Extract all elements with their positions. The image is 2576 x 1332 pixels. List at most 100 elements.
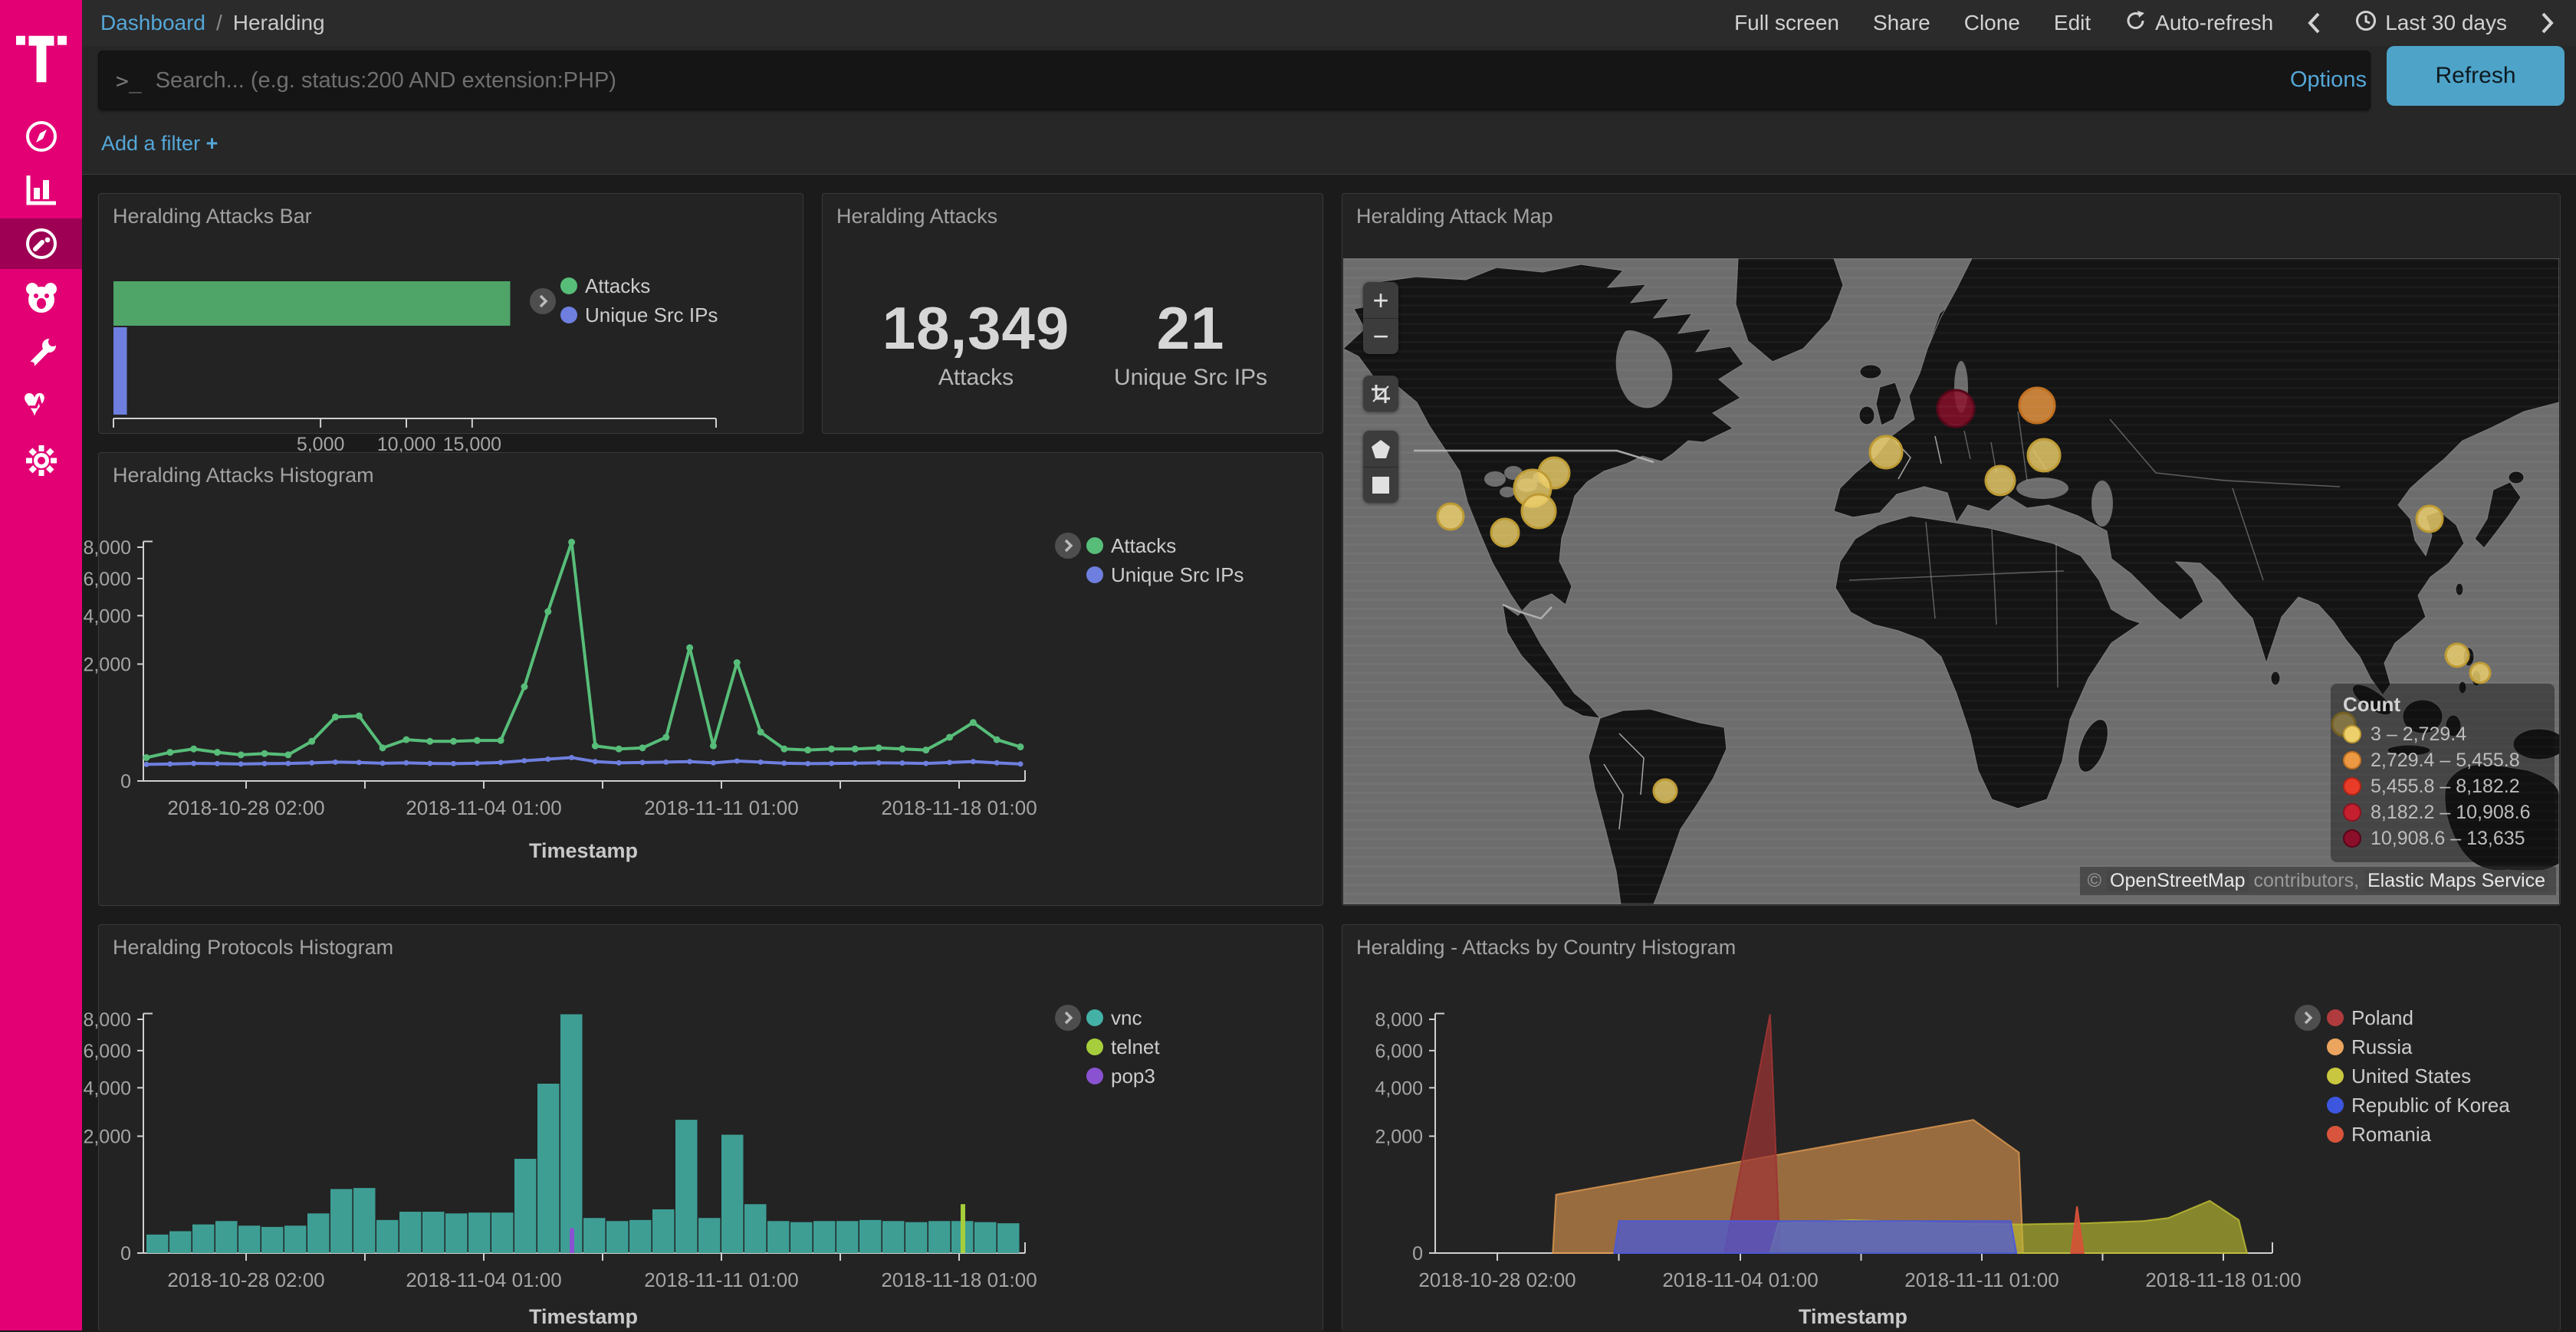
world-map[interactable]: + − Count 3 – 2,729.42,729.4 – 5,455.85,… <box>1343 258 2559 904</box>
svg-text:4,000: 4,000 <box>83 1078 131 1099</box>
map-zoom-controls: + − <box>1363 282 1398 354</box>
sidebar-item-dev-tools[interactable] <box>0 328 82 379</box>
legend-item[interactable]: Russia <box>2327 1032 2510 1061</box>
options-link[interactable]: Options <box>2290 67 2367 93</box>
auto-refresh-button[interactable]: Auto-refresh <box>2124 9 2273 38</box>
osm-link[interactable]: OpenStreetMap <box>2107 870 2249 891</box>
svg-text:2018-10-28 02:00: 2018-10-28 02:00 <box>167 796 324 819</box>
svg-text:2018-11-18 01:00: 2018-11-18 01:00 <box>2145 1268 2301 1291</box>
attack-location-marker[interactable] <box>1522 494 1556 528</box>
legend-item[interactable]: Republic of Korea <box>2327 1091 2510 1120</box>
attack-location-marker[interactable] <box>2019 388 2055 423</box>
breadcrumb-separator: / <box>216 11 222 35</box>
zoom-out-button[interactable]: − <box>1363 318 1398 354</box>
polygon-draw-icon[interactable] <box>1363 431 1398 467</box>
legend-toggle-icon[interactable] <box>1055 533 1081 559</box>
share-button[interactable]: Share <box>1873 11 1930 35</box>
sidebar-item-management[interactable] <box>0 435 82 486</box>
legend-item[interactable]: Attacks <box>560 271 718 300</box>
attack-location-marker[interactable] <box>1986 466 2015 495</box>
time-range-prev-button[interactable] <box>2307 11 2321 34</box>
legend-item[interactable]: telnet <box>1086 1032 1160 1061</box>
rectangle-draw-icon[interactable] <box>1363 467 1398 503</box>
legend: PolandRussiaUnited StatesRepublic of Kor… <box>2327 1003 2510 1149</box>
svg-text:Timestamp: Timestamp <box>529 1305 638 1328</box>
map-legend-item: 10,908.6 – 13,635 <box>2343 825 2542 851</box>
crop-icon[interactable] <box>1363 376 1398 412</box>
legend-item[interactable]: Romania <box>2327 1120 2510 1149</box>
edit-button[interactable]: Edit <box>2054 11 2091 35</box>
metric-unique-src-ips: 21 Unique Src IPs <box>1068 294 1313 391</box>
attack-location-marker[interactable] <box>1491 519 1519 546</box>
ems-link[interactable]: Elastic Maps Service <box>2364 870 2548 891</box>
sidebar-item-visualize[interactable] <box>0 165 82 215</box>
svg-text:2018-10-28 02:00: 2018-10-28 02:00 <box>167 1268 324 1291</box>
panel-title: Heralding Attack Map <box>1356 205 1553 228</box>
svg-text:2018-10-28 02:00: 2018-10-28 02:00 <box>1418 1268 1576 1291</box>
breadcrumb-dashboard-link[interactable]: Dashboard <box>100 11 205 35</box>
legend-item[interactable]: vnc <box>1086 1003 1160 1032</box>
bear-face-icon <box>23 280 60 315</box>
svg-text:2018-11-11 01:00: 2018-11-11 01:00 <box>1904 1268 2058 1291</box>
full-screen-button[interactable]: Full screen <box>1734 11 1839 35</box>
clock-icon <box>2354 9 2377 38</box>
add-filter-link[interactable]: Add a filter + <box>101 132 218 156</box>
legend-toggle-icon[interactable] <box>2295 1005 2321 1031</box>
legend-item[interactable]: Poland <box>2327 1003 2510 1032</box>
time-picker-button[interactable]: Last 30 days <box>2354 9 2507 38</box>
time-range-next-button[interactable] <box>2541 11 2555 34</box>
svg-text:Timestamp: Timestamp <box>529 839 638 862</box>
legend-item[interactable]: Unique Src IPs <box>1086 560 1244 589</box>
map-legend-item: 2,729.4 – 5,455.8 <box>2343 747 2542 773</box>
svg-text:6,000: 6,000 <box>83 569 131 590</box>
sidebar-item-discover[interactable] <box>0 111 82 162</box>
zoom-in-button[interactable]: + <box>1363 282 1398 318</box>
metric-label: Unique Src IPs <box>1068 365 1313 391</box>
svg-text:2018-11-04 01:00: 2018-11-04 01:00 <box>1662 1268 1818 1291</box>
query-bar: >_ Search... (e.g. status:200 AND extens… <box>82 46 2576 175</box>
legend-dot-icon <box>560 277 577 294</box>
svg-text:0: 0 <box>120 771 131 792</box>
sidebar-item-timelion[interactable] <box>0 272 82 323</box>
legend-dot-icon <box>1086 566 1103 583</box>
top-navbar: Dashboard / Heralding Full screen Share … <box>82 0 2576 46</box>
legend-dot-icon <box>1086 1068 1103 1084</box>
attack-location-marker[interactable] <box>1438 504 1464 530</box>
map-legend-item: 5,455.8 – 8,182.2 <box>2343 773 2542 799</box>
attack-location-marker[interactable] <box>1654 779 1677 802</box>
svg-text:4,000: 4,000 <box>83 605 131 627</box>
panel-attacks-histogram: Heralding Attacks Histogram 02,0004,0006… <box>98 452 1323 906</box>
legend-item[interactable]: Unique Src IPs <box>560 300 718 330</box>
sidebar-item-monitoring[interactable]: ♥ <box>0 382 82 432</box>
legend-item[interactable]: United States <box>2327 1061 2510 1091</box>
map-legend-dot-icon <box>2343 725 2361 743</box>
map-legend-item: 3 – 2,729.4 <box>2343 721 2542 747</box>
legend-dot-icon <box>1086 1038 1103 1055</box>
attacks-line-chart: 02,0004,0006,0008,0002018-10-28 02:00201… <box>99 453 1324 907</box>
legend-toggle-icon[interactable] <box>530 288 556 314</box>
attack-location-marker[interactable] <box>1937 390 1974 427</box>
legend-dot-icon <box>2327 1038 2344 1055</box>
legend-dot-icon <box>2327 1068 2344 1084</box>
metric-value: 21 <box>1068 294 1313 363</box>
plus-icon: + <box>206 132 219 155</box>
legend-item[interactable]: pop3 <box>1086 1061 1160 1091</box>
legend-item[interactable]: Attacks <box>1086 531 1244 560</box>
legend: AttacksUnique Src IPs <box>560 271 718 330</box>
map-legend-label: 10,908.6 – 13,635 <box>2371 828 2525 850</box>
svg-text:0: 0 <box>120 1243 131 1265</box>
clone-button[interactable]: Clone <box>1964 11 2020 35</box>
sidebar-item-dashboard[interactable] <box>0 218 82 269</box>
attack-location-marker[interactable] <box>2417 506 2443 532</box>
refresh-button[interactable]: Refresh <box>2387 46 2564 106</box>
attack-location-marker[interactable] <box>2446 644 2469 667</box>
prompt-icon: >_ <box>116 68 142 94</box>
attack-location-marker[interactable] <box>1870 436 1902 468</box>
attack-location-marker[interactable] <box>2028 439 2060 471</box>
search-input[interactable]: >_ Search... (e.g. status:200 AND extens… <box>98 51 2371 110</box>
legend-label: Unique Src IPs <box>1111 563 1244 587</box>
map-draw-controls <box>1363 431 1398 503</box>
legend-toggle-icon[interactable] <box>1055 1005 1081 1031</box>
attack-location-marker[interactable] <box>2470 663 2490 683</box>
svg-text:4,000: 4,000 <box>1375 1078 1423 1099</box>
